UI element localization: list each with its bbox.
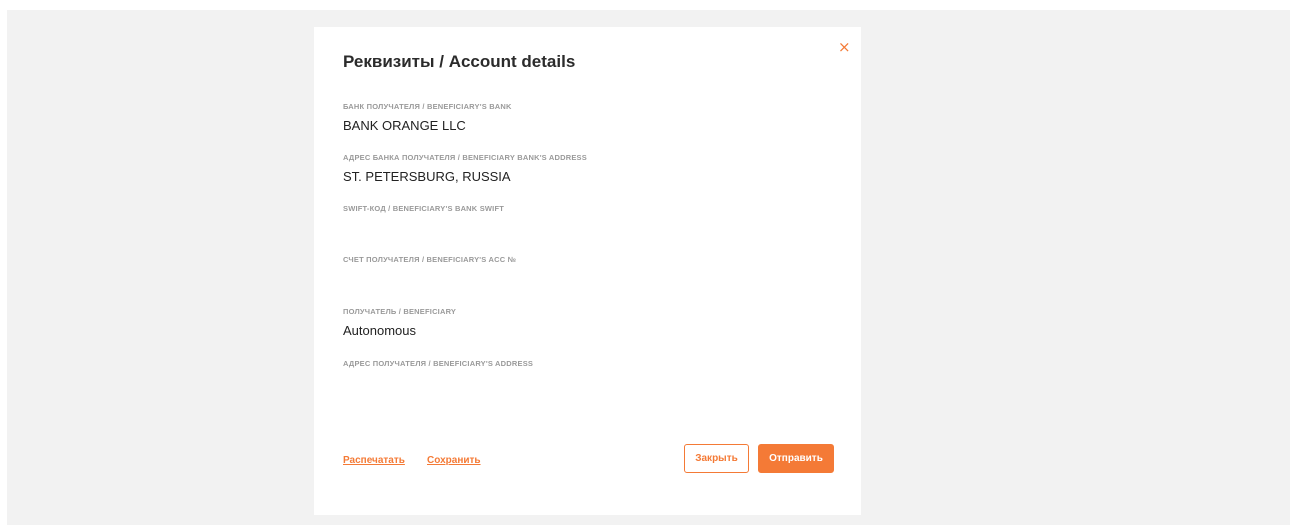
account-details-modal: × Реквизиты / Account details БАНК ПОЛУЧ…	[314, 27, 861, 515]
modal-title: Реквизиты / Account details	[343, 52, 576, 71]
beneficiary-account-label: СЧЕТ ПОЛУЧАТЕЛЯ / BENEFICIARY'S ACC №	[343, 255, 517, 264]
close-icon[interactable]: ×	[838, 40, 851, 55]
send-button[interactable]: Отправить	[758, 444, 834, 473]
print-link[interactable]: Распечатать	[343, 455, 405, 466]
beneficiary-bank-address-value: ST. PETERSBURG, RUSSIA	[343, 169, 511, 184]
beneficiary-bank-value: BANK ORANGE LLC	[343, 118, 466, 133]
close-button[interactable]: Закрыть	[684, 444, 749, 473]
save-link[interactable]: Сохранить	[427, 455, 481, 466]
beneficiary-label: ПОЛУЧАТЕЛЬ / BENEFICIARY	[343, 307, 457, 316]
swift-code-label: SWIFT-КОД / BENEFICIARY'S BANK SWIFT	[343, 204, 505, 213]
beneficiary-value: Autonomous	[343, 323, 416, 338]
beneficiary-bank-address-label: АДРЕС БАНКА ПОЛУЧАТЕЛЯ / BENEFICIARY BAN…	[343, 153, 587, 162]
beneficiary-bank-label: БАНК ПОЛУЧАТЕЛЯ / BENEFICIARY'S BANK	[343, 102, 512, 111]
beneficiary-address-label: АДРЕС ПОЛУЧАТЕЛЯ / BENEFICIARY'S ADDRESS	[343, 359, 534, 368]
